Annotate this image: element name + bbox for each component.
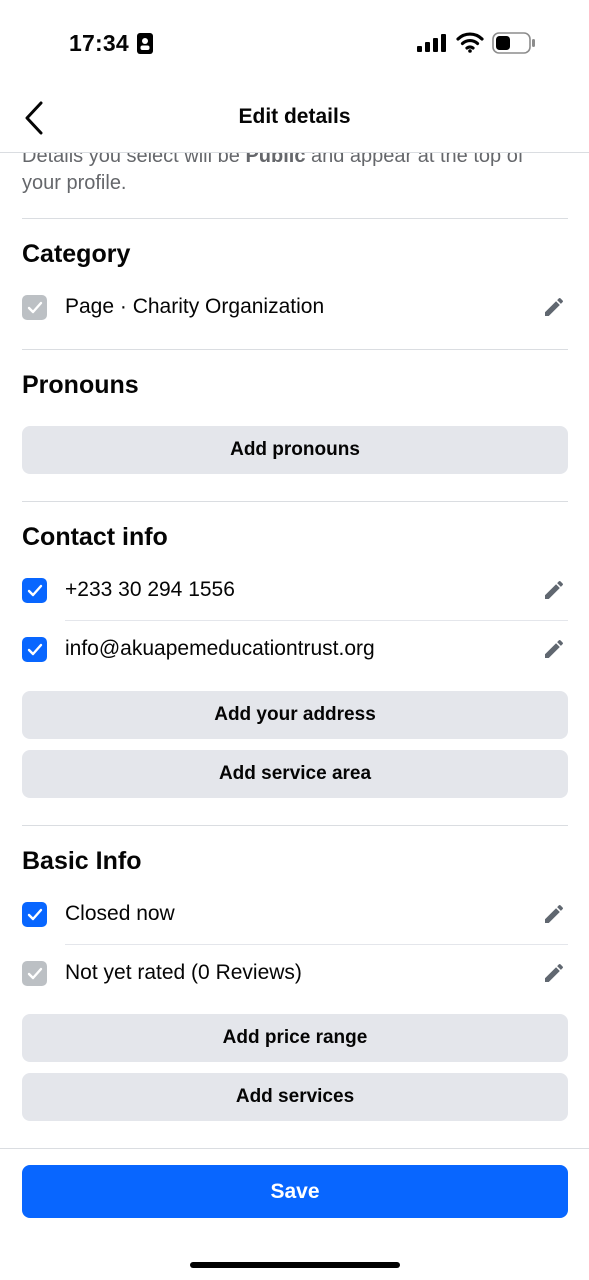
add-pronouns-button[interactable]: Add pronouns [22, 426, 568, 474]
id-card-icon [137, 33, 153, 54]
email-label: info@akuapemeducationtrust.org [65, 637, 375, 660]
wifi-icon [456, 32, 484, 53]
status-bar: 17:34 [0, 0, 589, 88]
public-emphasis: Public [245, 153, 306, 167]
pencil-icon [545, 297, 564, 316]
details-list[interactable]: Details you select will be Public and ap… [0, 153, 589, 1148]
category-checkbox [22, 295, 47, 320]
section-title-contact-info: Contact info [22, 523, 168, 551]
section-divider [22, 501, 568, 502]
add-service-area-button[interactable]: Add service area [22, 750, 568, 798]
rating-label: Not yet rated (0 Reviews) [65, 961, 302, 984]
edit-category-button[interactable] [540, 293, 568, 321]
email-checkbox[interactable] [22, 637, 47, 662]
phone-label: +233 30 294 1556 [65, 578, 235, 601]
pencil-icon [545, 904, 564, 923]
checkmark-icon [27, 643, 42, 656]
status-time: 17:34 [69, 30, 129, 56]
pencil-icon [545, 963, 564, 982]
edit-hours-button[interactable] [540, 900, 568, 928]
add-address-button[interactable]: Add your address [22, 691, 568, 739]
cellular-signal-icon [417, 34, 446, 52]
checkmark-icon [27, 584, 42, 597]
checkmark-icon [27, 301, 42, 314]
edit-phone-button[interactable] [540, 576, 568, 604]
section-divider [22, 218, 568, 219]
rating-checkbox [22, 961, 47, 986]
edit-email-button[interactable] [540, 635, 568, 663]
hours-row: Closed now [22, 887, 568, 945]
pencil-icon [545, 580, 564, 599]
phone-checkbox[interactable] [22, 578, 47, 603]
section-divider [22, 349, 568, 350]
page-title: Edit details [238, 105, 351, 128]
pencil-icon [545, 639, 564, 658]
footer-divider [0, 1148, 589, 1149]
rating-row: Not yet rated (0 Reviews) [22, 946, 568, 1004]
contact-phone-row: +233 30 294 1556 [22, 563, 568, 621]
row-divider [65, 620, 568, 621]
edit-rating-button[interactable] [540, 959, 568, 987]
save-button[interactable]: Save [22, 1165, 568, 1218]
category-label: Page · Charity Organization [65, 295, 325, 318]
section-divider [22, 825, 568, 826]
navigation-bar: Edit details [0, 88, 589, 152]
hours-label: Closed now [65, 902, 175, 925]
checkmark-icon [27, 967, 42, 980]
checkmark-icon [27, 908, 42, 921]
intro-text: Details you select will be Public and ap… [22, 153, 567, 197]
home-indicator[interactable] [190, 1262, 400, 1268]
battery-icon [492, 32, 535, 54]
category-row: Page · Charity Organization [22, 280, 568, 338]
row-divider [65, 944, 568, 945]
hours-checkbox[interactable] [22, 902, 47, 927]
contact-email-row: info@akuapemeducationtrust.org [22, 622, 568, 680]
section-title-basic-info: Basic Info [22, 847, 142, 875]
add-services-button[interactable]: Add services [22, 1073, 568, 1121]
section-title-category: Category [22, 240, 131, 268]
section-title-pronouns: Pronouns [22, 371, 139, 399]
add-price-range-button[interactable]: Add price range [22, 1014, 568, 1062]
